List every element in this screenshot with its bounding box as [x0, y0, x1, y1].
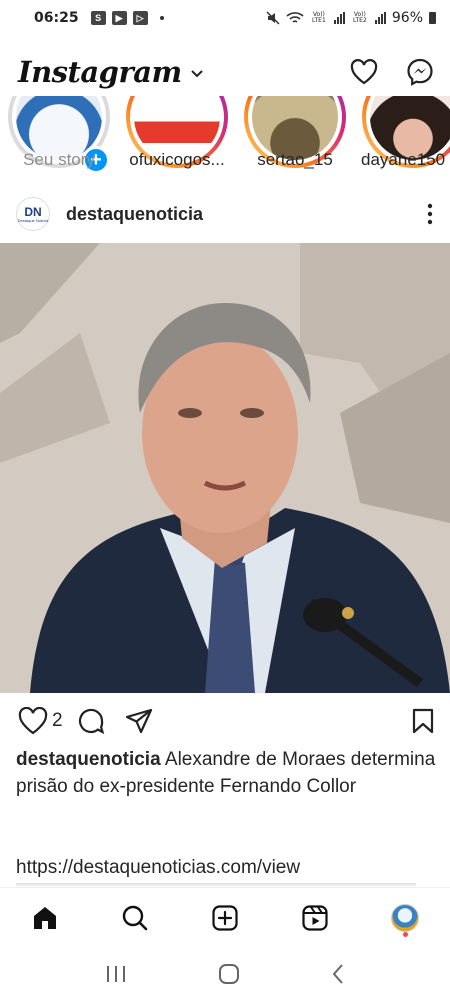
create-icon[interactable] — [211, 904, 239, 932]
mute-icon — [266, 11, 280, 25]
post-username[interactable]: destaquenoticia — [66, 204, 203, 225]
nav-search[interactable] — [111, 894, 159, 942]
nav-create[interactable] — [201, 894, 249, 942]
post-image[interactable] — [0, 243, 450, 693]
caption-username[interactable]: destaquenoticia — [16, 749, 161, 770]
home-icon[interactable] — [31, 904, 59, 932]
search-icon[interactable] — [121, 904, 149, 932]
battery-icon — [429, 12, 436, 24]
caption-link[interactable]: https://destaquenoticias.com/view — [16, 854, 436, 881]
share-icon[interactable] — [125, 708, 153, 734]
post-avatar[interactable]: DN Destaque Notícia — [16, 197, 50, 231]
system-nav-bar — [0, 947, 450, 1000]
signal-icon — [374, 12, 386, 24]
sim1-label: Vo)) LTE1 — [311, 11, 326, 24]
s-app-icon: S — [90, 11, 106, 25]
like-heart-icon[interactable] — [18, 707, 48, 735]
story-label: ofuxicogos... — [129, 150, 225, 169]
profile-avatar[interactable] — [391, 903, 419, 932]
story-label: Seu story — [23, 150, 95, 169]
story-label: sertao_15 — [257, 150, 333, 169]
story-label: dayane150 — [361, 150, 446, 169]
app-header: Instagram — [0, 48, 450, 96]
battery-percent: 96% — [391, 10, 423, 26]
instagram-logo[interactable]: Instagram — [18, 55, 182, 89]
avatar-text: DN — [24, 204, 42, 219]
status-bar: 06:25 S ▶ ▷ Vo)) LTE1 Vo)) LTE2 96% — [0, 0, 450, 36]
chevron-down-icon[interactable] — [190, 69, 204, 79]
messenger-icon[interactable] — [406, 58, 434, 86]
nav-reels[interactable] — [291, 894, 339, 942]
play-store-icon: ▷ — [132, 11, 148, 25]
post-header: DN Destaque Notícia destaquenoticia — [0, 194, 450, 234]
notification-dot — [403, 931, 408, 937]
status-time: 06:25 — [34, 10, 79, 26]
comment-icon[interactable] — [77, 707, 105, 735]
reels-icon[interactable] — [301, 904, 329, 932]
heart-icon[interactable] — [350, 59, 378, 85]
post-caption[interactable]: destaquenoticia Alexandre de Moraes dete… — [16, 746, 436, 800]
signal-icon — [333, 12, 345, 24]
recent-apps-icon[interactable] — [105, 964, 127, 984]
sim2-label: Vo)) LTE2 — [352, 11, 367, 24]
wifi-icon — [286, 12, 304, 23]
more-options-icon[interactable] — [426, 203, 434, 225]
like-count[interactable]: 2 — [52, 710, 63, 732]
post-actions: 2 — [0, 703, 450, 739]
home-button-icon[interactable] — [218, 963, 240, 985]
nav-home[interactable] — [21, 894, 69, 942]
back-icon[interactable] — [331, 963, 345, 985]
bookmark-icon[interactable] — [412, 708, 434, 734]
avatar-subtext: Destaque Notícia — [17, 217, 49, 223]
more-notifications-dot — [159, 16, 164, 20]
bottom-nav — [0, 887, 450, 947]
youtube-icon: ▶ — [111, 11, 127, 25]
nav-profile[interactable] — [381, 894, 429, 942]
